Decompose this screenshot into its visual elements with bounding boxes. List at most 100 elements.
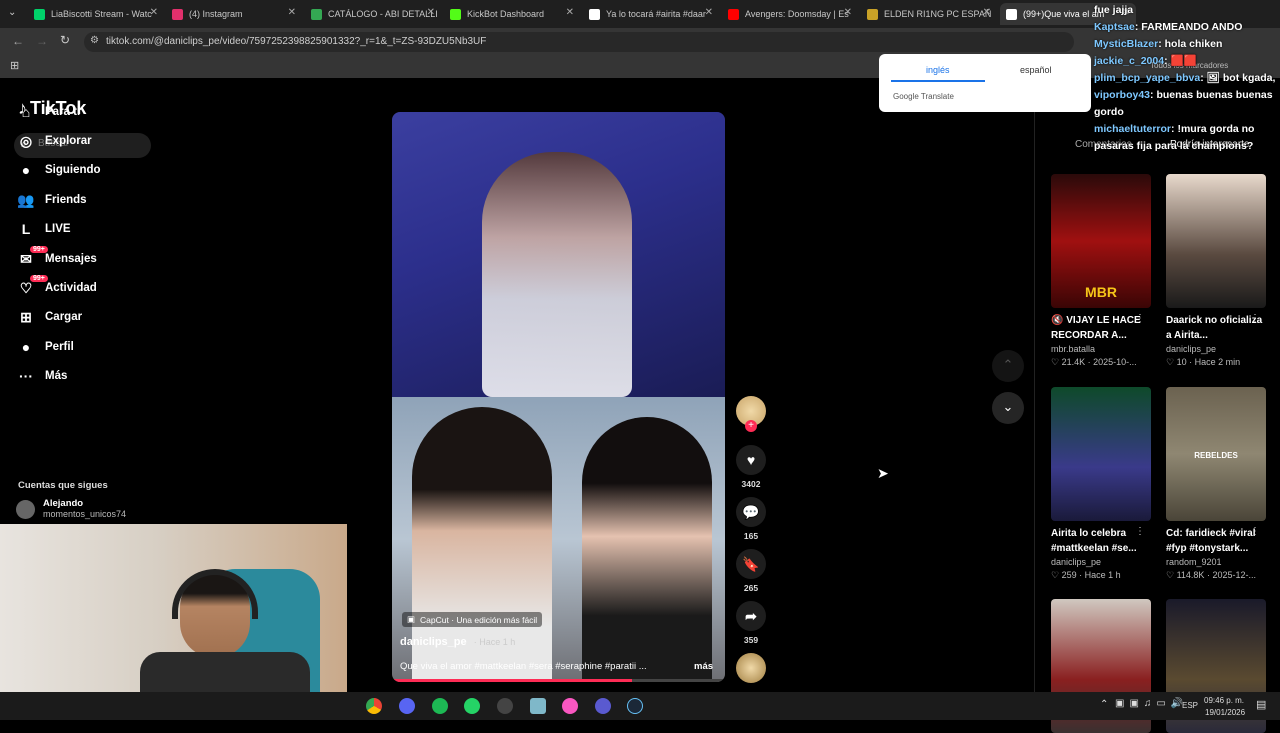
chat-text: : 🟥🟥: [1164, 55, 1197, 67]
back-icon[interactable]: ←: [12, 34, 24, 48]
browser-tab[interactable]: CATÁLOGO - ABI DETALLI ✕: [305, 3, 441, 25]
browser-tab[interactable]: ELDEN RI1NG PC ESPAÑ ✕: [861, 3, 997, 25]
video-thumbnail[interactable]: [1166, 174, 1266, 308]
forward-icon[interactable]: →: [36, 34, 48, 48]
share-icon[interactable]: ➦: [736, 601, 766, 631]
sidebar-item-perfil[interactable]: ● Perfil: [16, 335, 74, 359]
tab-close-icon[interactable]: ✕: [566, 7, 574, 18]
previous-video-button[interactable]: ⌃: [992, 350, 1024, 382]
video-thumbnail[interactable]: MBR: [1051, 174, 1151, 308]
notification-icon[interactable]: ▤: [1256, 698, 1266, 711]
sidebar-item-actividad[interactable]: ♡ 99+ Actividad: [16, 275, 97, 300]
site-info-icon[interactable]: ⚙: [90, 35, 99, 46]
video-progress-fill: [392, 679, 632, 682]
tab-close-icon[interactable]: ✕: [427, 7, 435, 18]
following-account[interactable]: Alejando momentos_unicos74: [16, 498, 126, 519]
browser-tab[interactable]: KickBot Dashboard ✕: [444, 3, 580, 25]
whatsapp-icon[interactable]: [464, 698, 480, 714]
browser-tab[interactable]: LiaBiscotti Stream - Watc ✕: [28, 3, 164, 25]
music-disc-icon[interactable]: [736, 653, 766, 683]
creator-avatar[interactable]: +: [736, 396, 766, 432]
spotify-icon[interactable]: [432, 698, 448, 714]
sidebar-item-más[interactable]: ··· Más: [16, 364, 67, 388]
translate-tab-source[interactable]: inglés: [926, 65, 950, 75]
like-action[interactable]: ♥ 3402: [736, 445, 766, 489]
right-panel-divider: [1034, 78, 1035, 692]
itunes-icon[interactable]: [562, 698, 578, 714]
chat-username[interactable]: viporboy43: [1094, 89, 1150, 101]
tab-title: (4) Instagram: [189, 9, 243, 19]
sidebar-item-live[interactable]: L LIVE: [16, 217, 71, 241]
sidebar-item-label: Más: [45, 370, 68, 382]
discord-icon[interactable]: [399, 698, 415, 714]
address-bar[interactable]: ⚙ tiktok.com/@daniclips_pe/video/7597252…: [84, 32, 1074, 52]
bookmark-icon[interactable]: 🔖: [736, 549, 766, 579]
tab-close-icon[interactable]: ✕: [150, 7, 158, 18]
comment-action[interactable]: 💬 165: [736, 497, 766, 541]
reload-icon[interactable]: ↻: [60, 33, 70, 47]
more-options-icon[interactable]: ⋮: [1135, 313, 1145, 324]
video-thumbnail[interactable]: [1051, 387, 1151, 521]
tab-close-icon[interactable]: ✕: [983, 7, 991, 18]
app-icon[interactable]: [595, 698, 611, 714]
video-author[interactable]: mbr.batalla: [1051, 344, 1151, 354]
tray-language[interactable]: ESP: [1182, 701, 1198, 710]
video-author[interactable]: random_9201: [1166, 557, 1266, 567]
tray-time[interactable]: 09:46 p. m.: [1204, 696, 1244, 705]
next-video-button[interactable]: ⌄: [992, 392, 1024, 424]
more-options-icon[interactable]: ⋮: [1250, 526, 1260, 537]
browser-tab[interactable]: Ya lo tocará #airita #daar ✕: [583, 3, 719, 25]
sidebar-item-friends[interactable]: 👥 Friends: [16, 188, 86, 212]
caption-more-button[interactable]: más: [694, 661, 713, 672]
video-author[interactable]: daniclips_pe: [1166, 344, 1266, 354]
video-author[interactable]: daniclips_pe: [1051, 557, 1151, 567]
tray-chevron-icon[interactable]: ⌃: [1100, 699, 1108, 710]
recommended-video[interactable]: MBR 🔇 VIJAY LE HACE RECORDAR A... ⋮ mbr.bat…: [1051, 174, 1151, 368]
recommended-video[interactable]: REBELDES Cd: faridieck #viral #fyp #tonys…: [1166, 387, 1266, 581]
account-name: Alejando: [43, 498, 84, 509]
chat-username[interactable]: plim_bcp_yape_bbva: [1094, 72, 1200, 84]
sidebar-item-explorar[interactable]: ◎ Explorar: [16, 129, 92, 153]
tab-close-icon[interactable]: ✕: [705, 7, 713, 18]
tab-list-dropdown-icon[interactable]: ⌄: [8, 7, 16, 18]
steam-icon[interactable]: [627, 698, 643, 714]
chat-message: Kaptsae: FARMEANDO ANDO: [1094, 19, 1278, 36]
chat-username[interactable]: Kaptsae: [1094, 21, 1135, 33]
more-options-icon[interactable]: ⋮: [1250, 313, 1260, 324]
live-icon: L: [21, 221, 31, 237]
tab-close-icon[interactable]: ✕: [844, 7, 852, 18]
tray-icons[interactable]: ▣▣♫▭🔊: [1115, 698, 1188, 709]
more-options-icon[interactable]: ⋮: [1135, 526, 1145, 537]
tab-close-icon[interactable]: ✕: [288, 7, 296, 18]
recommended-video[interactable]: Airita lo celebra #mattkeelan #se... ⋮ dan…: [1051, 387, 1151, 581]
heart-icon[interactable]: ♥: [736, 445, 766, 475]
browser-tab[interactable]: (4) Instagram ✕: [166, 3, 302, 25]
following-section-title: Cuentas que sigues: [18, 480, 108, 491]
apps-grid-icon[interactable]: ⊞: [10, 59, 19, 72]
sidebar-item-para-ti[interactable]: ⌂ Para ti: [16, 100, 80, 124]
video-author[interactable]: daniclips_pe: [400, 636, 467, 648]
translate-tab-target[interactable]: español: [1020, 65, 1052, 75]
video-thumbnail[interactable]: REBELDES: [1166, 387, 1266, 521]
chat-username[interactable]: michaeltuterror: [1094, 123, 1171, 135]
sidebar-item-siguiendo[interactable]: ● Siguiendo: [16, 158, 101, 182]
chat-username[interactable]: MysticBlazer: [1094, 38, 1158, 50]
browser-tab[interactable]: Avengers: Doomsday | Es ✕: [722, 3, 858, 25]
capcut-label[interactable]: ▣ CapCut · Una edición más fácil: [402, 612, 543, 627]
tray-date[interactable]: 19/01/2026: [1205, 708, 1245, 717]
sidebar-item-label: Actividad: [45, 282, 97, 294]
chat-username[interactable]: jackie_c_2004: [1094, 55, 1164, 67]
browser-tab-strip: ⌄ LiaBiscotti Stream - Watc ✕ (4) Instagra…: [0, 0, 1280, 28]
follow-plus-icon[interactable]: +: [745, 420, 757, 432]
comment-icon[interactable]: 💬: [736, 497, 766, 527]
share-action[interactable]: ➦ 359: [736, 601, 766, 645]
chrome-icon[interactable]: [366, 698, 382, 714]
recommended-video[interactable]: Daarick no oficializa a Airita... ⋮ danicl…: [1166, 174, 1266, 368]
video-player[interactable]: ▣ CapCut · Una edición más fácil danicli…: [392, 112, 725, 682]
obs-icon[interactable]: [497, 698, 513, 714]
files-icon[interactable]: [530, 698, 546, 714]
sidebar-item-cargar[interactable]: ⊞ Cargar: [16, 305, 82, 329]
video-progress-bar[interactable]: [392, 679, 725, 682]
sidebar-item-mensajes[interactable]: ✉ 99+ Mensajes: [16, 246, 97, 271]
save-action[interactable]: 🔖 265: [736, 549, 766, 593]
